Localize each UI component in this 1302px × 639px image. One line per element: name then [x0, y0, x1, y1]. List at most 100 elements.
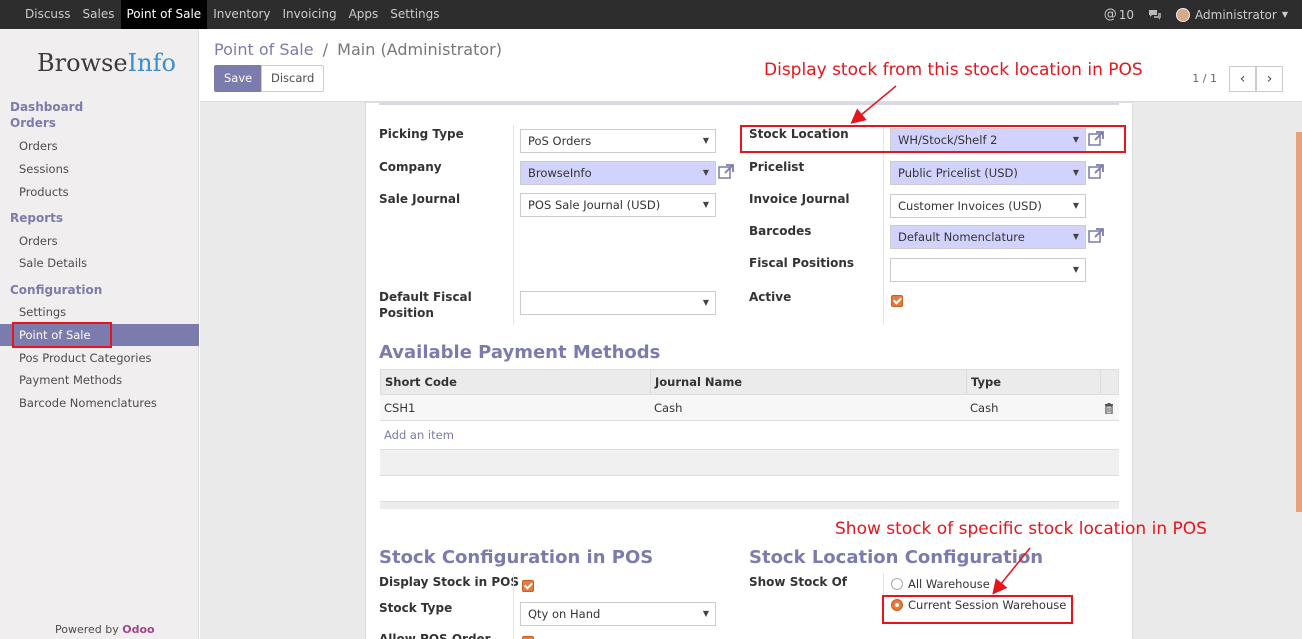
- sidebar-section-reports: Reports: [10, 211, 64, 225]
- menu-discuss[interactable]: Discuss: [19, 0, 77, 29]
- external-link-icon[interactable]: [1088, 228, 1104, 244]
- trash-icon[interactable]: [1104, 403, 1114, 414]
- cell-type: Cash: [970, 401, 999, 415]
- add-item-link[interactable]: Add an item: [384, 428, 454, 442]
- odoo-link[interactable]: Odoo: [122, 623, 154, 636]
- top-navbar: Discuss Sales Point of Sale Inventory In…: [0, 0, 1302, 29]
- display-stock-label: Display Stock in POS: [379, 575, 520, 589]
- avatar: [1176, 7, 1191, 22]
- stock-location-configuration-title: Stock Location Configuration: [749, 547, 1044, 568]
- at-icon: @: [1103, 7, 1117, 22]
- sidebar-item-report-orders[interactable]: Orders: [0, 230, 199, 252]
- invoice-journal-label: Invoice Journal: [749, 192, 850, 206]
- caret-down-icon: ▼: [702, 200, 709, 209]
- picking-type-label: Picking Type: [379, 127, 464, 141]
- sidebar-item-barcode-nomenclatures[interactable]: Barcode Nomenclatures: [0, 392, 199, 414]
- default-fiscal-position-select[interactable]: ▼: [520, 291, 716, 315]
- stock-configuration-title: Stock Configuration in POS: [379, 547, 654, 568]
- annotation-bottom: Show stock of specific stock location in…: [835, 519, 1207, 539]
- breadcrumb-current: Main (Administrator): [337, 40, 502, 59]
- sidebar-item-products[interactable]: Products: [0, 181, 199, 203]
- form-view: Picking Type PoS Orders ▼ Company BrowseI…: [200, 102, 1302, 639]
- table-row[interactable]: CSH1 Cash Cash: [380, 395, 1119, 421]
- chevron-right-icon: ›: [1266, 71, 1273, 87]
- pager-value: 1 / 1: [1192, 72, 1217, 85]
- sheet-header-line: [379, 103, 1119, 105]
- cell-short-code: CSH1: [384, 401, 416, 415]
- chat-icon: [1149, 9, 1162, 20]
- caret-down-icon: ▼: [1072, 232, 1079, 241]
- menu-inventory[interactable]: Inventory: [207, 0, 276, 29]
- caret-down-icon: ▼: [1072, 201, 1079, 210]
- user-name: Administrator: [1195, 7, 1277, 22]
- right-column-divider: [883, 125, 884, 325]
- column-short-code[interactable]: Short Code: [381, 370, 651, 394]
- annotation-top: Display stock from this stock location i…: [764, 60, 1143, 80]
- pricelist-select[interactable]: Public Pricelist (USD) ▼: [890, 161, 1086, 185]
- powered-by: Powered by Odoo: [55, 623, 155, 636]
- form-sheet: Picking Type PoS Orders ▼ Company BrowseI…: [365, 102, 1133, 639]
- main-menu: Discuss Sales Point of Sale Inventory In…: [0, 0, 446, 29]
- discard-button[interactable]: Discard: [261, 65, 325, 92]
- all-warehouse-radio[interactable]: [891, 578, 903, 590]
- caret-down-icon: ▼: [702, 136, 709, 145]
- caret-down-icon: ▼: [702, 298, 709, 307]
- sidebar-item-payment-methods[interactable]: Payment Methods: [0, 369, 199, 391]
- left-column-divider: [513, 125, 514, 325]
- active-checkbox[interactable]: [891, 295, 903, 307]
- caret-down-icon: ▼: [702, 168, 709, 177]
- messages-button[interactable]: @ 10: [1104, 7, 1134, 22]
- table-footer: [380, 449, 1119, 476]
- column-journal-name[interactable]: Journal Name: [651, 370, 967, 394]
- fiscal-positions-label: Fiscal Positions: [749, 256, 855, 270]
- pager-next-button[interactable]: ›: [1256, 66, 1283, 92]
- invoice-journal-select[interactable]: Customer Invoices (USD) ▼: [890, 194, 1086, 218]
- company-select[interactable]: BrowseInfo ▼: [520, 161, 716, 185]
- menu-apps[interactable]: Apps: [343, 0, 385, 29]
- payment-methods-title: Available Payment Methods: [379, 342, 661, 363]
- caret-down-icon: ▼: [1072, 168, 1079, 177]
- external-link-icon[interactable]: [718, 164, 734, 180]
- column-type[interactable]: Type: [967, 370, 1101, 394]
- picking-type-select[interactable]: PoS Orders ▼: [520, 129, 716, 153]
- display-stock-checkbox[interactable]: [522, 580, 534, 592]
- sale-journal-label: Sale Journal: [379, 192, 461, 206]
- stock-type-select[interactable]: Qty on Hand ▼: [520, 602, 716, 626]
- messages-count: 10: [1118, 7, 1135, 22]
- caret-down-icon: ▼: [1072, 265, 1079, 274]
- scrollbar[interactable]: [1296, 102, 1302, 639]
- all-warehouse-label[interactable]: All Warehouse: [908, 577, 990, 591]
- stock-left-divider: [513, 573, 514, 639]
- active-label: Active: [749, 290, 792, 304]
- pager-previous-button[interactable]: ‹: [1229, 66, 1256, 92]
- stock-location-highlight-box: [740, 125, 1126, 153]
- sidebar-item-sessions[interactable]: Sessions: [0, 158, 199, 180]
- caret-down-icon: ▼: [702, 609, 709, 618]
- sidebar-item-pos-product-categories[interactable]: Pos Product Categories: [0, 347, 199, 369]
- menu-settings[interactable]: Settings: [384, 0, 445, 29]
- user-menu[interactable]: Administrator ▼: [1176, 7, 1288, 22]
- default-fiscal-position-label: Default Fiscal Position: [379, 290, 472, 320]
- barcodes-label: Barcodes: [749, 224, 812, 238]
- menu-sales[interactable]: Sales: [77, 0, 121, 29]
- scrollbar-thumb[interactable]: [1296, 132, 1302, 512]
- barcodes-select[interactable]: Default Nomenclature ▼: [890, 225, 1086, 249]
- save-button[interactable]: Save: [214, 65, 263, 92]
- menu-invoicing[interactable]: Invoicing: [277, 0, 343, 29]
- sidebar-item-settings[interactable]: Settings: [0, 301, 199, 323]
- sidebar-section-orders: Orders: [10, 116, 56, 130]
- session-warehouse-highlight-box: [882, 595, 1073, 624]
- breadcrumb-root[interactable]: Point of Sale: [214, 40, 314, 59]
- sidebar-item-sale-details[interactable]: Sale Details: [0, 252, 199, 274]
- sale-journal-select[interactable]: POS Sale Journal (USD) ▼: [520, 193, 716, 217]
- sidebar-section-dashboard[interactable]: Dashboard: [10, 100, 83, 114]
- external-link-icon[interactable]: [1088, 164, 1104, 180]
- sidebar-highlight-box: [12, 322, 112, 348]
- chevron-left-icon: ‹: [1239, 71, 1246, 87]
- section-separator: [380, 501, 1119, 509]
- fiscal-positions-select[interactable]: ▼: [890, 258, 1086, 282]
- table-header: Short Code Journal Name Type: [380, 369, 1119, 395]
- sidebar-item-orders[interactable]: Orders: [0, 135, 199, 157]
- chat-button[interactable]: [1148, 9, 1162, 21]
- menu-point-of-sale[interactable]: Point of Sale: [120, 0, 208, 29]
